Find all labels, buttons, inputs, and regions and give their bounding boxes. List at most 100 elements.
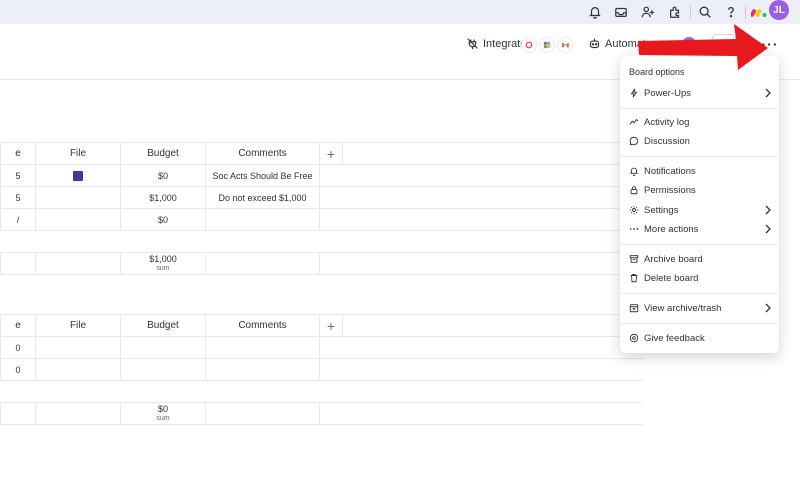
file-cell[interactable] <box>35 164 121 187</box>
budget-cell[interactable]: $0 <box>120 208 206 231</box>
column-header-budget[interactable]: Budget <box>120 314 206 337</box>
menu-item-delete-board[interactable]: Delete board <box>629 270 772 286</box>
table-empty-cell <box>342 142 643 165</box>
add-item-cell[interactable] <box>0 230 643 253</box>
menu-item-permissions[interactable]: Permissions <box>629 182 772 198</box>
integrate-label: Integrate <box>483 37 527 50</box>
budget-sum-label: sum <box>156 414 170 422</box>
menu-item-label: Give feedback <box>644 332 705 344</box>
bell-icon[interactable] <box>586 3 604 21</box>
menu-item-power-ups[interactable]: Power-Ups <box>629 85 772 101</box>
dots-icon <box>629 228 639 230</box>
top-bar-divider <box>745 5 746 19</box>
robot-icon <box>589 38 600 49</box>
board-options-menu: Board options Power-Ups Activity log Dis… <box>620 56 779 353</box>
comments-cell[interactable] <box>205 336 320 359</box>
table-cell[interactable]: 0 <box>0 336 36 359</box>
table-empty-cell <box>319 164 643 187</box>
add-item-cell[interactable] <box>0 380 643 403</box>
column-header-file[interactable]: File <box>35 142 121 165</box>
chevron-right-icon <box>765 88 771 98</box>
menu-item-label: View archive/trash <box>644 302 722 314</box>
add-item-row[interactable] <box>0 380 643 403</box>
column-header[interactable]: e <box>0 314 36 337</box>
chevron-right-icon <box>765 303 771 313</box>
file-cell[interactable] <box>35 336 121 359</box>
comments-cell[interactable] <box>205 358 320 381</box>
table-row[interactable]: / $0 <box>0 208 643 231</box>
table-cell[interactable]: 5 <box>0 164 36 187</box>
comments-cell[interactable]: Do not exceed $1,000 <box>205 186 320 209</box>
menu-item-label: More actions <box>644 223 699 235</box>
file-cell[interactable] <box>35 208 121 231</box>
bell-icon <box>629 167 639 176</box>
add-column-button[interactable]: + <box>319 142 343 165</box>
budget-cell[interactable] <box>120 358 206 381</box>
archive-icon <box>629 255 639 263</box>
apps-icon[interactable] <box>666 3 684 21</box>
menu-item-activity-log[interactable]: Activity log <box>629 114 772 130</box>
file-cell[interactable] <box>35 358 121 381</box>
table-row[interactable]: 0 <box>0 336 643 359</box>
user-avatar[interactable]: JL <box>769 0 789 20</box>
integration-app-icon <box>521 37 537 53</box>
discussion-icon <box>629 136 639 146</box>
summary-row: $0 sum <box>0 402 643 425</box>
inbox-icon[interactable] <box>612 3 630 21</box>
menu-item-label: Settings <box>644 204 679 216</box>
add-column-button[interactable]: + <box>319 314 343 337</box>
monday-logo-icon <box>751 9 767 17</box>
bolt-icon <box>630 88 638 98</box>
budget-sum-value: $0 <box>157 403 168 414</box>
search-icon[interactable] <box>696 3 714 21</box>
comments-cell[interactable]: Soc Acts Should Be Free <box>205 164 320 187</box>
gmail-icon <box>557 37 573 53</box>
menu-item-notifications[interactable]: Notifications <box>629 163 772 179</box>
plug-icon <box>467 38 478 50</box>
column-header[interactable]: e <box>0 142 36 165</box>
table-cell[interactable]: 5 <box>0 186 36 209</box>
menu-item-label: Permissions <box>644 184 696 196</box>
top-bar: JL <box>0 0 800 24</box>
file-cell[interactable] <box>35 186 121 209</box>
table-row[interactable]: 5 $0 Soc Acts Should Be Free <box>0 164 643 187</box>
menu-item-settings[interactable]: Settings <box>629 202 772 218</box>
menu-item-view-archive-trash[interactable]: View archive/trash <box>629 300 772 316</box>
budget-cell[interactable]: $1,000 <box>120 186 206 209</box>
menu-item-label: Delete board <box>644 272 699 284</box>
summary-cell <box>35 402 121 425</box>
feedback-icon <box>629 333 639 343</box>
chevron-right-icon <box>765 205 771 215</box>
integration-app-icon <box>539 37 555 53</box>
menu-item-label: Activity log <box>644 116 690 128</box>
menu-item-give-feedback[interactable]: Give feedback <box>629 330 772 346</box>
budget-cell[interactable] <box>120 336 206 359</box>
column-header-budget[interactable]: Budget <box>120 142 206 165</box>
comments-cell[interactable] <box>205 208 320 231</box>
help-icon[interactable] <box>722 3 740 21</box>
table-row[interactable]: 0 <box>0 358 643 381</box>
file-icon[interactable] <box>73 170 83 181</box>
column-header-comments[interactable]: Comments <box>205 314 320 337</box>
integrate-button[interactable]: Integrate <box>466 37 526 50</box>
summary-row: $1,000 sum <box>0 252 643 275</box>
column-header-file[interactable]: File <box>35 314 121 337</box>
menu-divider <box>620 108 779 109</box>
add-item-row[interactable] <box>0 230 643 253</box>
menu-item-discussion[interactable]: Discussion <box>629 133 772 149</box>
summary-cell <box>319 252 643 275</box>
menu-divider <box>620 293 779 294</box>
chevron-right-icon <box>765 224 771 234</box>
menu-item-more-actions[interactable]: More actions <box>629 221 772 237</box>
board-group-table-1: e File Budget Comments + 5 $0 Soc Acts S… <box>0 142 643 275</box>
table-empty-cell <box>342 314 643 337</box>
table-cell[interactable]: 0 <box>0 358 36 381</box>
table-row[interactable]: 5 $1,000 Do not exceed $1,000 <box>0 186 643 209</box>
invite-icon[interactable] <box>639 3 657 21</box>
menu-item-archive-board[interactable]: Archive board <box>629 251 772 267</box>
summary-cell <box>0 252 36 275</box>
table-cell[interactable]: / <box>0 208 36 231</box>
budget-cell[interactable]: $0 <box>120 164 206 187</box>
menu-item-label: Archive board <box>644 253 703 265</box>
column-header-comments[interactable]: Comments <box>205 142 320 165</box>
